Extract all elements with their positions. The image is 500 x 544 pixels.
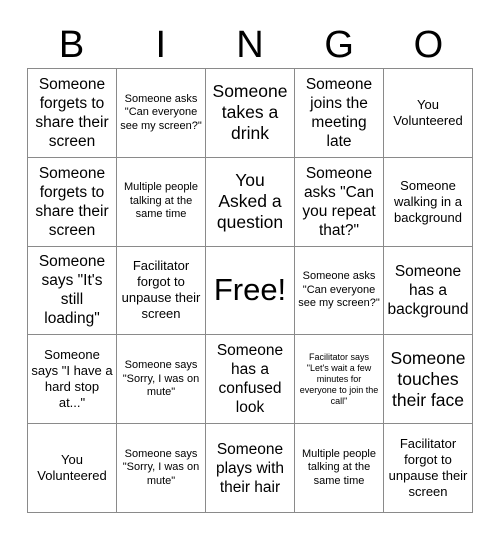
bingo-cell-label: Someone forgets to share their screen [35, 164, 109, 239]
bingo-cell[interactable]: You Volunteered [384, 69, 473, 158]
bingo-cell-free[interactable]: Free! [206, 246, 295, 336]
bingo-cell[interactable]: Facilitator forgot to unpause their scre… [384, 424, 473, 513]
bingo-header-letter-o: O [413, 24, 444, 66]
bingo-cell[interactable]: Facilitator forgot to unpause their scre… [117, 246, 206, 336]
bingo-cell-label: Someone plays with their hair [215, 440, 285, 496]
bingo-free-label: Free! [213, 272, 287, 308]
bingo-cell-label: You Asked a question [216, 170, 284, 233]
bingo-cell-label: Someone joins the meeting late [305, 75, 373, 150]
bingo-cell[interactable]: Someone says "Sorry, I was on mute" [117, 424, 206, 513]
bingo-cell[interactable]: Facilitator says "Let's wait a few minut… [295, 335, 384, 425]
bingo-cell[interactable]: Someone forgets to share their screen [28, 157, 117, 247]
bingo-cell[interactable]: Multiple people talking at the same time [295, 424, 384, 513]
bingo-cell-label: Someone asks "Can you repeat that?" [302, 164, 376, 239]
bingo-cell[interactable]: Someone says "I have a hard stop at..." [28, 335, 117, 425]
bingo-cell-label: Someone asks "Can everyone see my screen… [298, 270, 380, 310]
bingo-cell-label: Someone has a background [387, 262, 469, 318]
bingo-cell-label: Someone touches their face [390, 347, 466, 410]
bingo-cell-label: You Volunteered [37, 452, 107, 484]
bingo-cell-label: Someone takes a drink [212, 81, 288, 144]
bingo-grid: Someone forgets to share their screen So… [27, 68, 473, 513]
bingo-header-letter-b: B [58, 24, 85, 66]
bingo-cell[interactable]: You Volunteered [28, 424, 117, 513]
bingo-card: B I N G O Someone forgets to share their… [0, 0, 500, 544]
bingo-cell[interactable]: Someone says "Sorry, I was on mute" [117, 335, 206, 425]
bingo-cell-label: Facilitator forgot to unpause their scre… [388, 436, 468, 500]
bingo-cell[interactable]: You Asked a question [206, 157, 295, 247]
bingo-cell-label: Someone says "It's still loading" [38, 253, 106, 328]
bingo-cell-label: Someone forgets to share their screen [35, 75, 109, 150]
bingo-cell[interactable]: Someone has a background [384, 246, 473, 336]
bingo-cell[interactable]: Someone touches their face [384, 335, 473, 425]
bingo-cell-label: Facilitator says "Let's wait a few minut… [299, 351, 379, 406]
bingo-header-letter-n: N [236, 24, 264, 66]
bingo-cell[interactable]: Someone asks "Can everyone see my screen… [117, 69, 206, 158]
bingo-cell-label: Someone says "Sorry, I was on mute" [122, 447, 200, 487]
bingo-header: B I N G O [27, 22, 473, 68]
bingo-cell-label: Someone asks "Can everyone see my screen… [120, 92, 202, 132]
bingo-cell[interactable]: Someone forgets to share their screen [28, 69, 117, 158]
bingo-cell[interactable]: Multiple people talking at the same time [117, 157, 206, 247]
bingo-cell-label: Someone walking in a background [394, 177, 462, 225]
bingo-header-letter-g: G [324, 24, 354, 66]
bingo-cell[interactable]: Someone joins the meeting late [295, 69, 384, 158]
bingo-cell-label: Multiple people talking at the same time [302, 447, 376, 487]
bingo-cell[interactable]: Someone asks "Can everyone see my screen… [295, 246, 384, 336]
bingo-cell-label: Multiple people talking at the same time [124, 181, 198, 221]
bingo-cell-label: Someone says "I have a hard stop at..." [31, 347, 113, 411]
bingo-cell[interactable]: Someone plays with their hair [206, 424, 295, 513]
bingo-cell-label: You Volunteered [393, 96, 463, 128]
bingo-cell[interactable]: Someone takes a drink [206, 69, 295, 158]
bingo-cell[interactable]: Someone has a confused look [206, 335, 295, 425]
bingo-cell-label: Someone has a confused look [216, 342, 284, 417]
bingo-cell[interactable]: Someone says "It's still loading" [28, 246, 117, 336]
bingo-cell-label: Someone says "Sorry, I was on mute" [122, 359, 200, 399]
bingo-cell[interactable]: Someone asks "Can you repeat that?" [295, 157, 384, 247]
bingo-cell-label: Facilitator forgot to unpause their scre… [121, 258, 201, 322]
bingo-header-letter-i: I [155, 24, 167, 66]
bingo-cell[interactable]: Someone walking in a background [384, 157, 473, 247]
